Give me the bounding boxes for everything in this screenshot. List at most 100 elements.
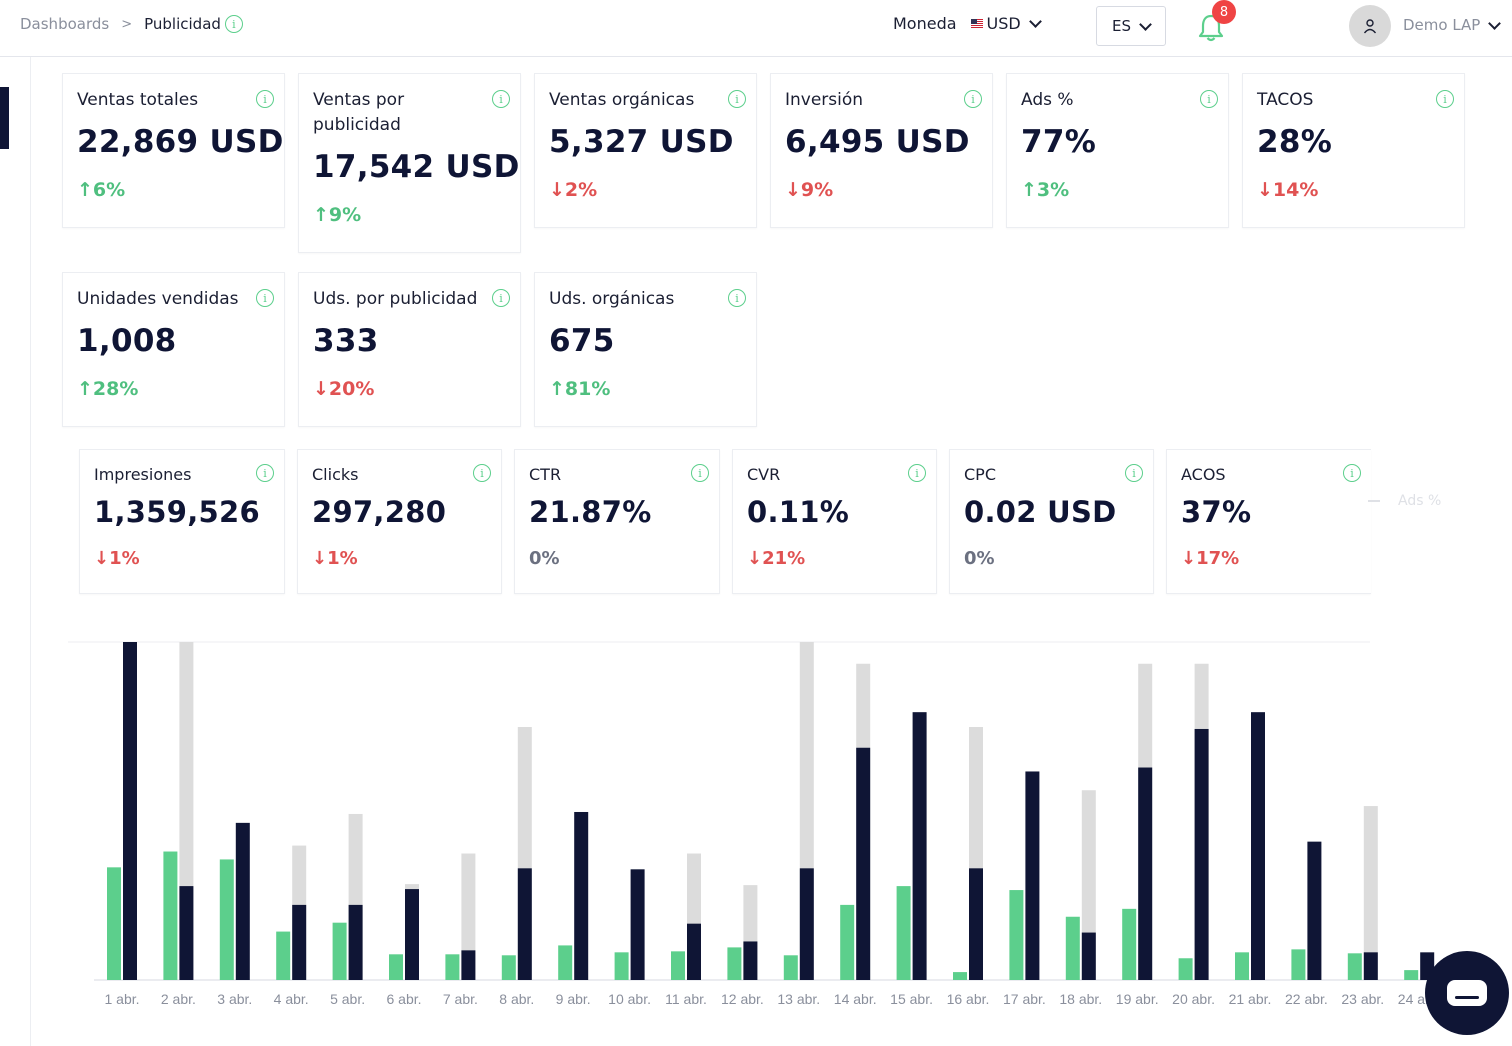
chart-bar-navy[interactable] (1138, 767, 1153, 980)
chart-bar-green[interactable] (1291, 949, 1306, 980)
chart-bar-green[interactable] (1065, 916, 1080, 980)
chart-bar-green[interactable] (332, 922, 347, 980)
chart-bar-green[interactable] (558, 945, 573, 980)
chart-bar-navy[interactable] (292, 904, 307, 980)
kpi-delta: ↓21% (747, 548, 806, 569)
chart-bar-navy[interactable] (123, 642, 137, 980)
chart-bar-green[interactable] (276, 931, 291, 980)
legend-label: Ads % (1398, 493, 1442, 509)
chart-bar-navy[interactable] (235, 822, 250, 980)
chart-bar-green[interactable] (727, 947, 742, 980)
chart-bar-navy[interactable] (1363, 952, 1378, 980)
breadcrumb-dashboards[interactable]: Dashboards (20, 15, 109, 33)
kpi-delta: ↓14% (1257, 179, 1319, 201)
info-icon[interactable]: i (964, 90, 982, 108)
chart-bar-green[interactable] (614, 952, 629, 980)
kpi-card-ventas-totales: Ventas totales i 22,869 USD ↑6% (62, 73, 285, 228)
kpi-value: 1,359,526 (94, 495, 260, 529)
info-icon[interactable]: i (908, 464, 926, 482)
chart-bar-green[interactable] (501, 955, 516, 980)
chart-bar-green[interactable] (1235, 952, 1249, 980)
info-icon[interactable]: i (256, 289, 274, 307)
chart-bar-green[interactable] (107, 867, 121, 980)
chart-bar-navy[interactable] (348, 904, 363, 980)
chart-bar-navy[interactable] (630, 869, 645, 980)
chart-bar-navy[interactable] (912, 712, 927, 980)
chevron-down-icon (1139, 17, 1152, 31)
chart-bar-green[interactable] (445, 954, 460, 980)
kpi-label: Uds. por publicidad (313, 289, 478, 309)
info-icon[interactable]: i (256, 90, 274, 108)
chart-bar-navy[interactable] (517, 868, 532, 980)
user-menu[interactable]: Demo LAP (1403, 16, 1502, 34)
info-icon[interactable]: i (224, 15, 243, 33)
info-icon[interactable]: i (256, 464, 274, 482)
chart-bar-green[interactable] (1009, 890, 1024, 980)
info-icon[interactable]: i (691, 464, 709, 482)
chart-bar-green[interactable] (389, 954, 403, 980)
chart-bar-navy[interactable] (1194, 728, 1209, 980)
chart-bar-green[interactable] (1178, 958, 1193, 980)
chart-bar-green[interactable] (953, 972, 967, 980)
kpi-delta: 0% (529, 548, 560, 569)
chart-bar-navy[interactable] (799, 868, 814, 980)
info-icon[interactable]: i (728, 90, 746, 108)
chart-bar-navy[interactable] (461, 950, 476, 980)
chart-bar-navy[interactable] (969, 868, 983, 980)
chart-tick-label: 15 abr. (890, 991, 933, 1007)
info-icon[interactable]: i (728, 289, 746, 307)
chart-bar-green[interactable] (1122, 908, 1137, 980)
kpi-label: Inversión (785, 90, 864, 110)
sidebar-active-marker[interactable] (0, 87, 9, 149)
chart-bar-green[interactable] (896, 886, 911, 980)
chart-bar-green[interactable] (840, 904, 855, 980)
kpi-value: 37% (1181, 495, 1252, 529)
info-icon[interactable]: i (1436, 90, 1454, 108)
chat-icon (1447, 980, 1487, 1006)
chart-bar-navy[interactable] (743, 941, 758, 980)
chart-bar-green[interactable] (783, 955, 798, 980)
kpi-card-ventas-publicidad: Ventas por publicidad i 17,542 USD ↑9% (298, 73, 521, 253)
chart-tick-label: 10 abr. (608, 991, 651, 1007)
kpi-delta: ↑81% (549, 378, 611, 400)
info-icon[interactable]: i (473, 464, 491, 482)
currency-selector[interactable]: Moneda USD (893, 14, 1042, 33)
chart-bar-navy[interactable] (1081, 932, 1096, 980)
chart-bar-green[interactable] (219, 859, 234, 980)
kpi-value: 77% (1021, 124, 1097, 160)
chart-bar-navy[interactable] (405, 889, 419, 980)
breadcrumb: Dashboards > Publicidad i (20, 15, 243, 33)
chat-button[interactable] (1425, 951, 1509, 1035)
legend-line-icon (1368, 500, 1380, 502)
top-bar: Dashboards > Publicidad i Moneda USD ES … (0, 0, 1512, 57)
chart-bar-navy[interactable] (179, 886, 194, 980)
kpi-label: TACOS (1257, 90, 1314, 110)
kpi-card-acos: ACOS i 37% ↓17% (1166, 449, 1371, 594)
chart-tick-label: 6 abr. (386, 991, 421, 1007)
chart-bar-navy[interactable] (856, 747, 871, 980)
kpi-label: Ventas totales (77, 90, 199, 110)
chart-bar-navy[interactable] (1025, 771, 1040, 980)
avatar[interactable] (1349, 5, 1391, 47)
user-icon (1363, 19, 1377, 34)
kpi-label: CPC (964, 465, 996, 484)
language-selector[interactable]: ES (1096, 6, 1166, 46)
kpi-card-uds-publicidad: Uds. por publicidad i 333 ↓20% (298, 272, 521, 427)
chart-bar-navy[interactable] (1251, 712, 1265, 980)
chart-legend-ads-percent[interactable]: Ads % (1368, 493, 1441, 509)
info-icon[interactable]: i (1343, 464, 1361, 482)
chart-bar-green[interactable] (1347, 953, 1362, 980)
chart-bar-green[interactable] (671, 951, 685, 980)
chart-bar-navy[interactable] (1307, 841, 1322, 980)
info-icon[interactable]: i (1200, 90, 1218, 108)
chart-bar-green[interactable] (163, 851, 178, 980)
chart-bar-navy[interactable] (687, 923, 701, 980)
info-icon[interactable]: i (492, 289, 510, 307)
chart-bar-navy[interactable] (574, 811, 589, 980)
user-name: Demo LAP (1403, 16, 1481, 34)
chart-bar-green[interactable] (1404, 970, 1419, 980)
kpi-card-unidades-vendidas: Unidades vendidas i 1,008 ↑28% (62, 272, 285, 427)
info-icon[interactable]: i (1125, 464, 1143, 482)
breadcrumb-current: Publicidad (144, 15, 221, 33)
info-icon[interactable]: i (492, 90, 510, 108)
